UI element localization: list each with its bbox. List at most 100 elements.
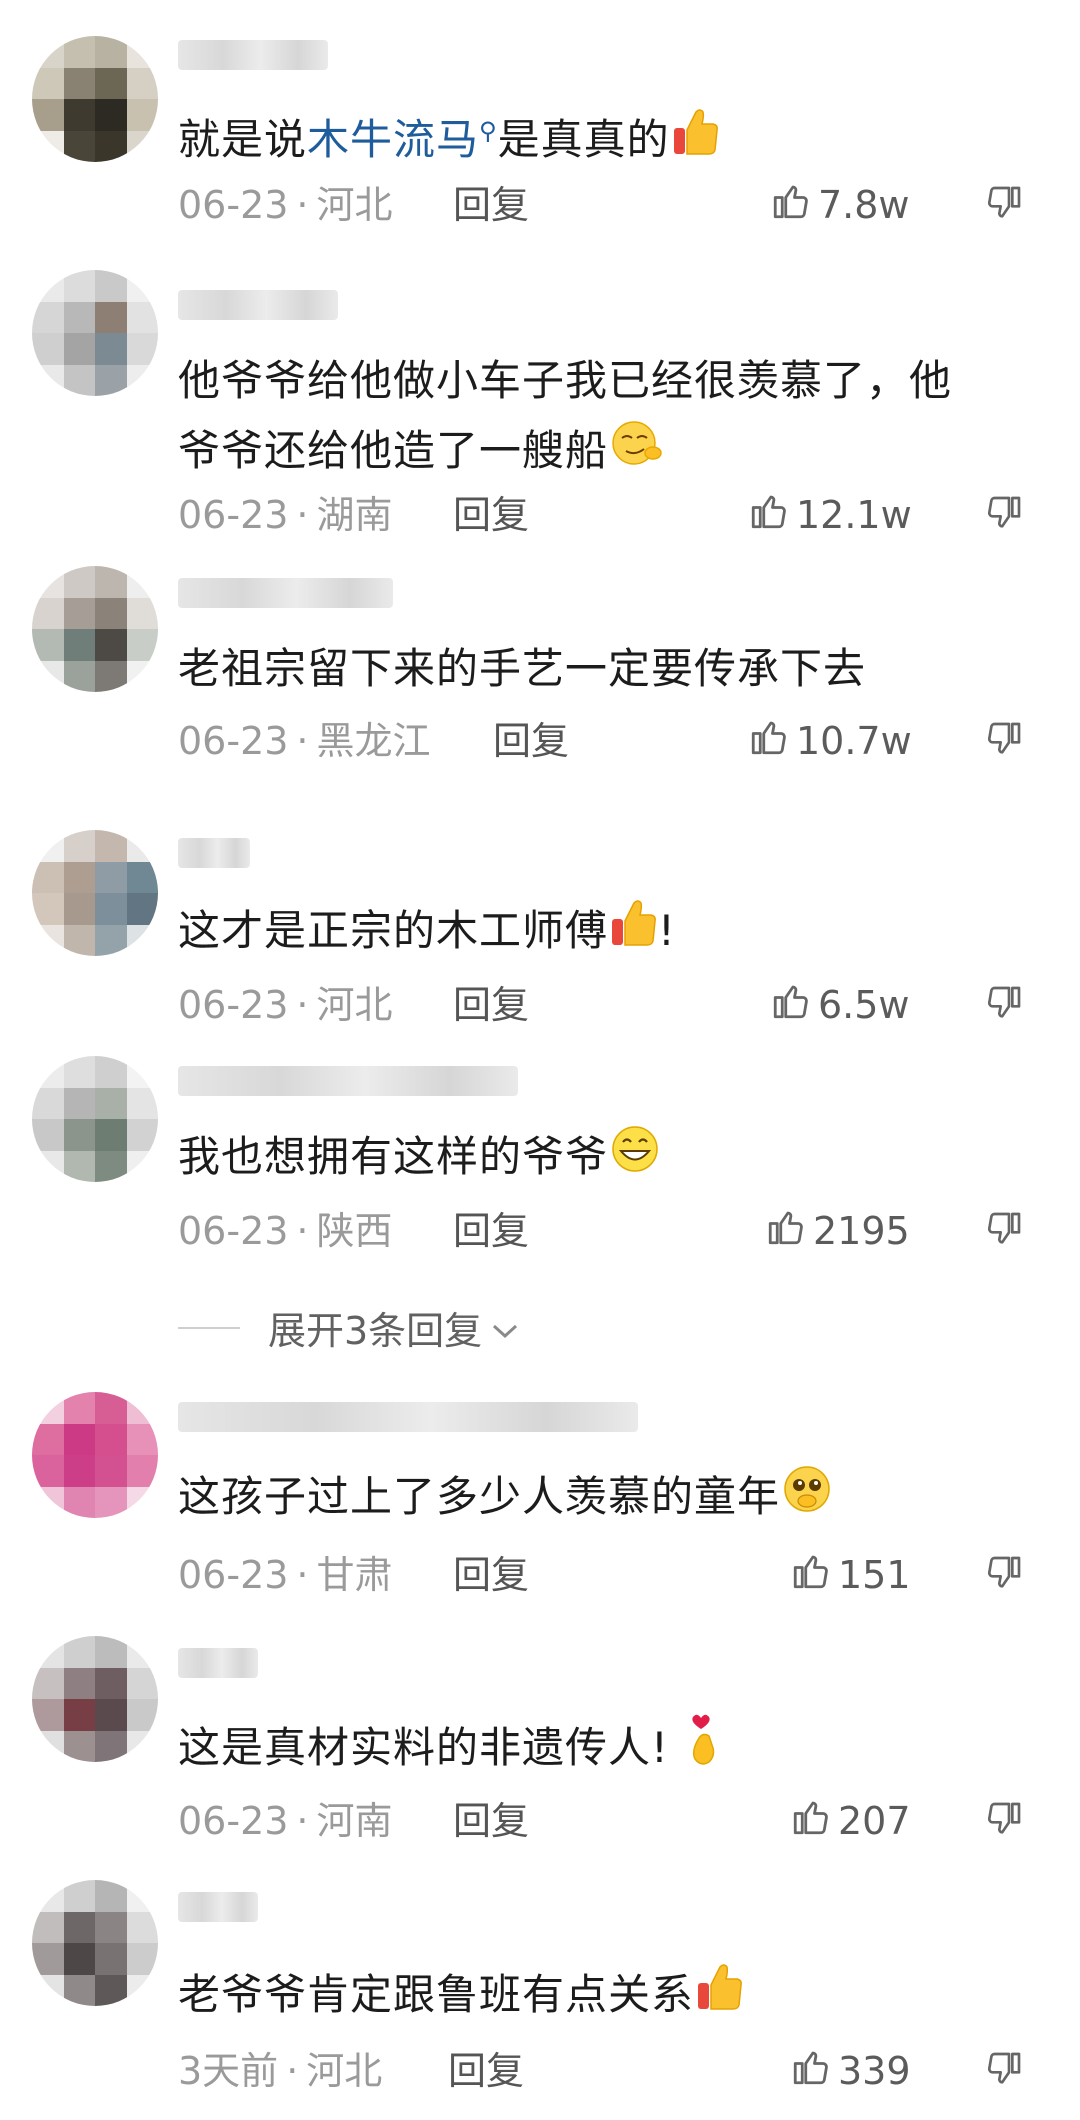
- comment-location: 甘肃: [316, 1553, 393, 1597]
- thumbs-up-icon: [765, 1206, 813, 1257]
- expand-replies-button[interactable]: 展开3条回复: [178, 1300, 520, 1355]
- reply-button[interactable]: 回复: [453, 1796, 529, 1846]
- reply-button[interactable]: 回复: [453, 1550, 529, 1600]
- username[interactable]: [178, 1402, 638, 1432]
- dislike-button[interactable]: [982, 1550, 1026, 1600]
- comment-meta: 06-23 · 陕西: [178, 1206, 393, 1256]
- comment-date: 06-23: [178, 183, 289, 227]
- separator: ·: [286, 2049, 299, 2093]
- reply-button[interactable]: 回复: [493, 716, 569, 766]
- like-count: 151: [838, 1553, 911, 1597]
- dislike-button[interactable]: [982, 2046, 1026, 2096]
- reply-button[interactable]: 回复: [453, 180, 529, 230]
- separator: ·: [296, 493, 309, 537]
- reply-button[interactable]: 回复: [453, 980, 529, 1030]
- search-link[interactable]: 木牛流马: [307, 115, 479, 164]
- smug-face-emoji: [610, 418, 662, 489]
- comment-text-part: 我也想拥有这样的爷爷: [178, 1132, 609, 1181]
- thumbs-up-icon: [748, 490, 796, 541]
- thumbs-up-emoji: [610, 897, 658, 970]
- thumbs-down-icon: [984, 2049, 1024, 2093]
- avatar[interactable]: [32, 1880, 158, 2006]
- comment-text-part: 是真真的: [497, 115, 670, 164]
- thumbs-down-icon: [984, 1553, 1024, 1597]
- comment-meta: 06-23 · 河南: [178, 1796, 393, 1846]
- comment-text: 这孩子过上了多少人羡慕的童年: [178, 1462, 1018, 1535]
- comment-location: 河南: [316, 1799, 393, 1843]
- like-count: 6.5w: [818, 983, 910, 1027]
- avatar[interactable]: [32, 36, 158, 162]
- comment-text: 就是说木牛流马⚲是真真的: [178, 96, 1018, 179]
- username[interactable]: [178, 1892, 258, 1922]
- comment-location: 黑龙江: [316, 719, 431, 763]
- comment-date: 06-23: [178, 719, 289, 763]
- thumbs-up-emoji: [696, 1961, 744, 2034]
- thumbs-up-icon: [790, 2046, 838, 2097]
- thumbs-down-icon: [984, 983, 1024, 1027]
- like-button[interactable]: 10.7w: [748, 716, 912, 766]
- comment-date: 06-23: [178, 1209, 289, 1253]
- dislike-button[interactable]: [982, 980, 1026, 1030]
- comment-meta: 06-23 · 河北: [178, 980, 393, 1030]
- comment-text-part: 老爷爷肯定跟鲁班有点关系: [178, 1970, 695, 2019]
- like-count: 2195: [813, 1209, 910, 1253]
- comment-text: 他爷爷给他做小车子我已经很羡慕了，他 爷爷还给他造了一艘船: [178, 346, 1018, 489]
- dislike-button[interactable]: [982, 1796, 1026, 1846]
- comment-date: 06-23: [178, 1799, 289, 1843]
- comment-location: 河北: [306, 2049, 383, 2093]
- username[interactable]: [178, 290, 338, 320]
- dislike-button[interactable]: [982, 1206, 1026, 1256]
- like-button[interactable]: 7.8w: [770, 180, 910, 230]
- reply-button[interactable]: 回复: [448, 2046, 524, 2096]
- like-button[interactable]: 6.5w: [770, 980, 910, 1030]
- comment-date: 06-23: [178, 983, 289, 1027]
- thumbs-up-icon: [790, 1550, 838, 1601]
- comment-location: 河北: [316, 183, 393, 227]
- thumbs-up-icon: [770, 980, 818, 1031]
- comment-text: 这是真材实料的非遗传人!: [178, 1710, 1018, 1791]
- avatar[interactable]: [32, 270, 158, 396]
- reply-button[interactable]: 回复: [453, 490, 529, 540]
- avatar[interactable]: [32, 1056, 158, 1182]
- like-button[interactable]: 151: [790, 1550, 911, 1600]
- like-button[interactable]: 339: [790, 2046, 911, 2096]
- thumbs-up-emoji: [672, 106, 720, 179]
- comment-location: 湖南: [316, 493, 393, 537]
- username[interactable]: [178, 40, 328, 70]
- like-count: 7.8w: [818, 183, 910, 227]
- thumbs-down-icon: [984, 1209, 1024, 1253]
- separator: ·: [296, 183, 309, 227]
- dislike-button[interactable]: [982, 490, 1026, 540]
- like-button[interactable]: 207: [790, 1796, 911, 1846]
- separator: ·: [296, 1553, 309, 1597]
- comment-text: 这才是正宗的木工师傅!: [178, 896, 1018, 970]
- username[interactable]: [178, 838, 250, 868]
- like-count: 339: [838, 2049, 911, 2093]
- avatar[interactable]: [32, 830, 158, 956]
- username[interactable]: [178, 578, 393, 608]
- username[interactable]: [178, 1066, 518, 1096]
- comment-text: 我也想拥有这样的爷爷: [178, 1122, 1018, 1195]
- like-count: 207: [838, 1799, 911, 1843]
- comment-text-part: 就是说: [178, 115, 308, 164]
- grinning-face-emoji: [610, 1124, 660, 1195]
- comment-location: 河北: [316, 983, 393, 1027]
- avatar[interactable]: [32, 566, 158, 692]
- comment-text: 老爷爷肯定跟鲁班有点关系: [178, 1960, 1018, 2034]
- search-icon[interactable]: ⚲: [479, 117, 498, 145]
- like-button[interactable]: 2195: [765, 1206, 910, 1256]
- comment-meta: 06-23 · 黑龙江: [178, 716, 431, 766]
- username[interactable]: [178, 1648, 258, 1678]
- like-button[interactable]: 12.1w: [748, 490, 912, 540]
- separator: ·: [296, 1799, 309, 1843]
- avatar[interactable]: [32, 1392, 158, 1518]
- thumbs-up-icon: [790, 1796, 838, 1847]
- dislike-button[interactable]: [982, 716, 1026, 766]
- avatar[interactable]: [32, 1636, 158, 1762]
- thumbs-down-icon: [984, 719, 1024, 763]
- dislike-button[interactable]: [982, 180, 1026, 230]
- comment-date: 06-23: [178, 493, 289, 537]
- reply-button[interactable]: 回复: [453, 1206, 529, 1256]
- like-count: 12.1w: [796, 493, 912, 537]
- separator: ·: [296, 719, 309, 763]
